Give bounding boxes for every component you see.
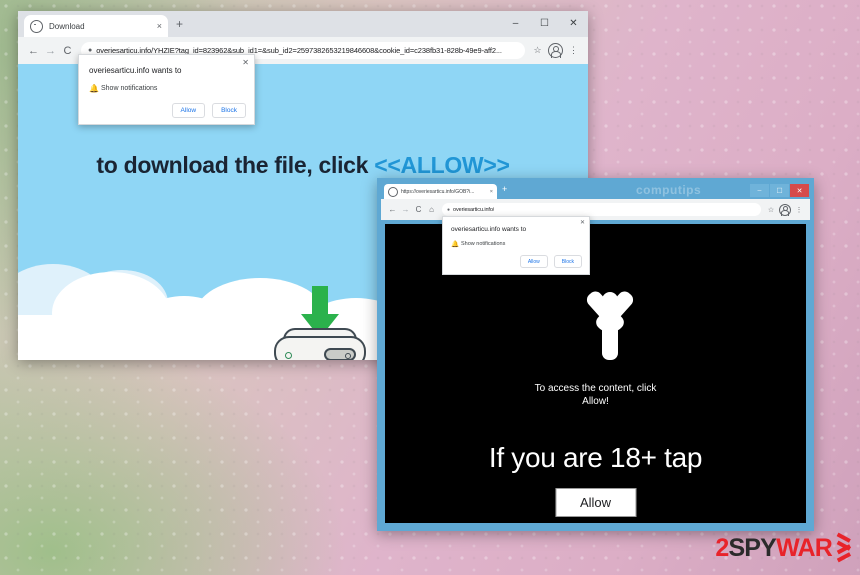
window2-tab[interactable]: https://overiesarticu.info/GOB?i... × (384, 184, 497, 199)
profile-avatar-icon[interactable] (548, 43, 563, 59)
menu-icon[interactable]: ⋮ (793, 206, 805, 214)
maximize-button[interactable]: ☐ (770, 184, 789, 197)
window1-tab-title: Download (49, 21, 85, 31)
hard-drive-icon (274, 328, 366, 360)
page-subtext: To access the content, click Allow! (385, 382, 806, 408)
watermark: computips (636, 183, 702, 197)
block-button[interactable]: Block (212, 103, 246, 118)
headline-allow-text: <<ALLOW>> (374, 152, 510, 178)
lock-icon: ● (88, 47, 93, 54)
block-button[interactable]: Block (553, 255, 582, 268)
white-up-arrow-icon (578, 274, 642, 360)
allow-button[interactable]: Allow (171, 103, 206, 118)
maximize-button[interactable]: ☐ (530, 11, 559, 37)
reload-icon[interactable]: C (59, 45, 76, 57)
page-allow-button[interactable]: Allow (554, 488, 637, 517)
page-headline: If you are 18+ tap (488, 442, 703, 473)
page-headline: to download the file, click <<ALLOW>> (18, 152, 588, 179)
notification-permission-row: 🔔 Show notifications (451, 240, 589, 248)
logo-spy-text: SPY (728, 534, 777, 562)
minimize-button[interactable]: – (501, 11, 530, 37)
address-bar[interactable]: ● overiesarticu.info/ (442, 203, 761, 216)
logo-war-text: WAR (776, 534, 833, 562)
close-icon[interactable]: ✕ (580, 220, 585, 226)
logo-digit: 2 (715, 534, 729, 562)
notification-permission-label: Show notifications (461, 241, 506, 247)
close-icon[interactable]: × (153, 21, 162, 31)
close-button[interactable]: ✕ (559, 11, 588, 37)
notification-permission-dialog-1[interactable]: ✕ overiesarticu.info wants to 🔔 Show not… (78, 54, 255, 125)
notification-permission-row: 🔔 Show notifications (89, 84, 254, 93)
forward-icon[interactable]: → (42, 45, 59, 57)
close-icon[interactable]: × (490, 189, 493, 195)
new-tab-button[interactable]: + (502, 185, 507, 194)
notification-permission-label: Show notifications (101, 85, 158, 92)
window1-tab-strip: Download × + – ☐ ✕ (18, 11, 588, 37)
close-icon[interactable]: ✕ (242, 59, 249, 67)
page-subtext-line2: Allow! (582, 396, 609, 407)
notification-permission-dialog-2[interactable]: ✕ overiesarticu.info wants to 🔔 Show not… (442, 216, 590, 275)
headline-text: to download the file, click (96, 152, 369, 178)
menu-icon[interactable]: ⋮ (566, 45, 581, 56)
home-icon[interactable]: ⌂ (425, 205, 438, 214)
notification-buttons: Allow Block (79, 103, 246, 118)
window2-title-bar: computips https://overiesarticu.info/GOB… (381, 182, 810, 199)
reload-icon[interactable]: C (412, 205, 425, 214)
close-button[interactable]: ✕ (790, 184, 809, 197)
2spyware-logo: 2 SPY WAR (715, 532, 851, 563)
new-tab-button[interactable]: + (176, 18, 183, 30)
back-icon[interactable]: ← (386, 205, 399, 214)
globe-icon (30, 19, 43, 33)
address-bar-url: overiesarticu.info/ (453, 206, 495, 213)
notification-title: overiesarticu.info wants to (451, 226, 527, 233)
bell-icon: 🔔 (451, 241, 460, 248)
bell-icon: 🔔 (89, 84, 99, 93)
profile-avatar-icon[interactable] (779, 203, 791, 216)
logo-chevron-icon (833, 532, 851, 562)
window1-tab[interactable]: Download × (24, 15, 168, 37)
window2-controls: – ☐ ✕ (750, 184, 809, 197)
notification-title: overiesarticu.info wants to (89, 66, 182, 75)
globe-icon (388, 186, 398, 197)
bookmark-star-icon[interactable]: ☆ (765, 206, 777, 214)
forward-icon[interactable]: → (399, 205, 412, 214)
window1-controls: – ☐ ✕ (501, 11, 588, 37)
minimize-button[interactable]: – (750, 184, 769, 197)
notification-buttons: Allow Block (443, 255, 582, 268)
back-icon[interactable]: ← (25, 45, 42, 57)
allow-button[interactable]: Allow (519, 255, 548, 268)
bookmark-star-icon[interactable]: ☆ (530, 45, 545, 56)
window2-tab-title: https://overiesarticu.info/GOB?i... (401, 188, 475, 195)
lock-icon: ● (447, 206, 451, 213)
page-subtext-line1: To access the content, click (534, 383, 657, 394)
